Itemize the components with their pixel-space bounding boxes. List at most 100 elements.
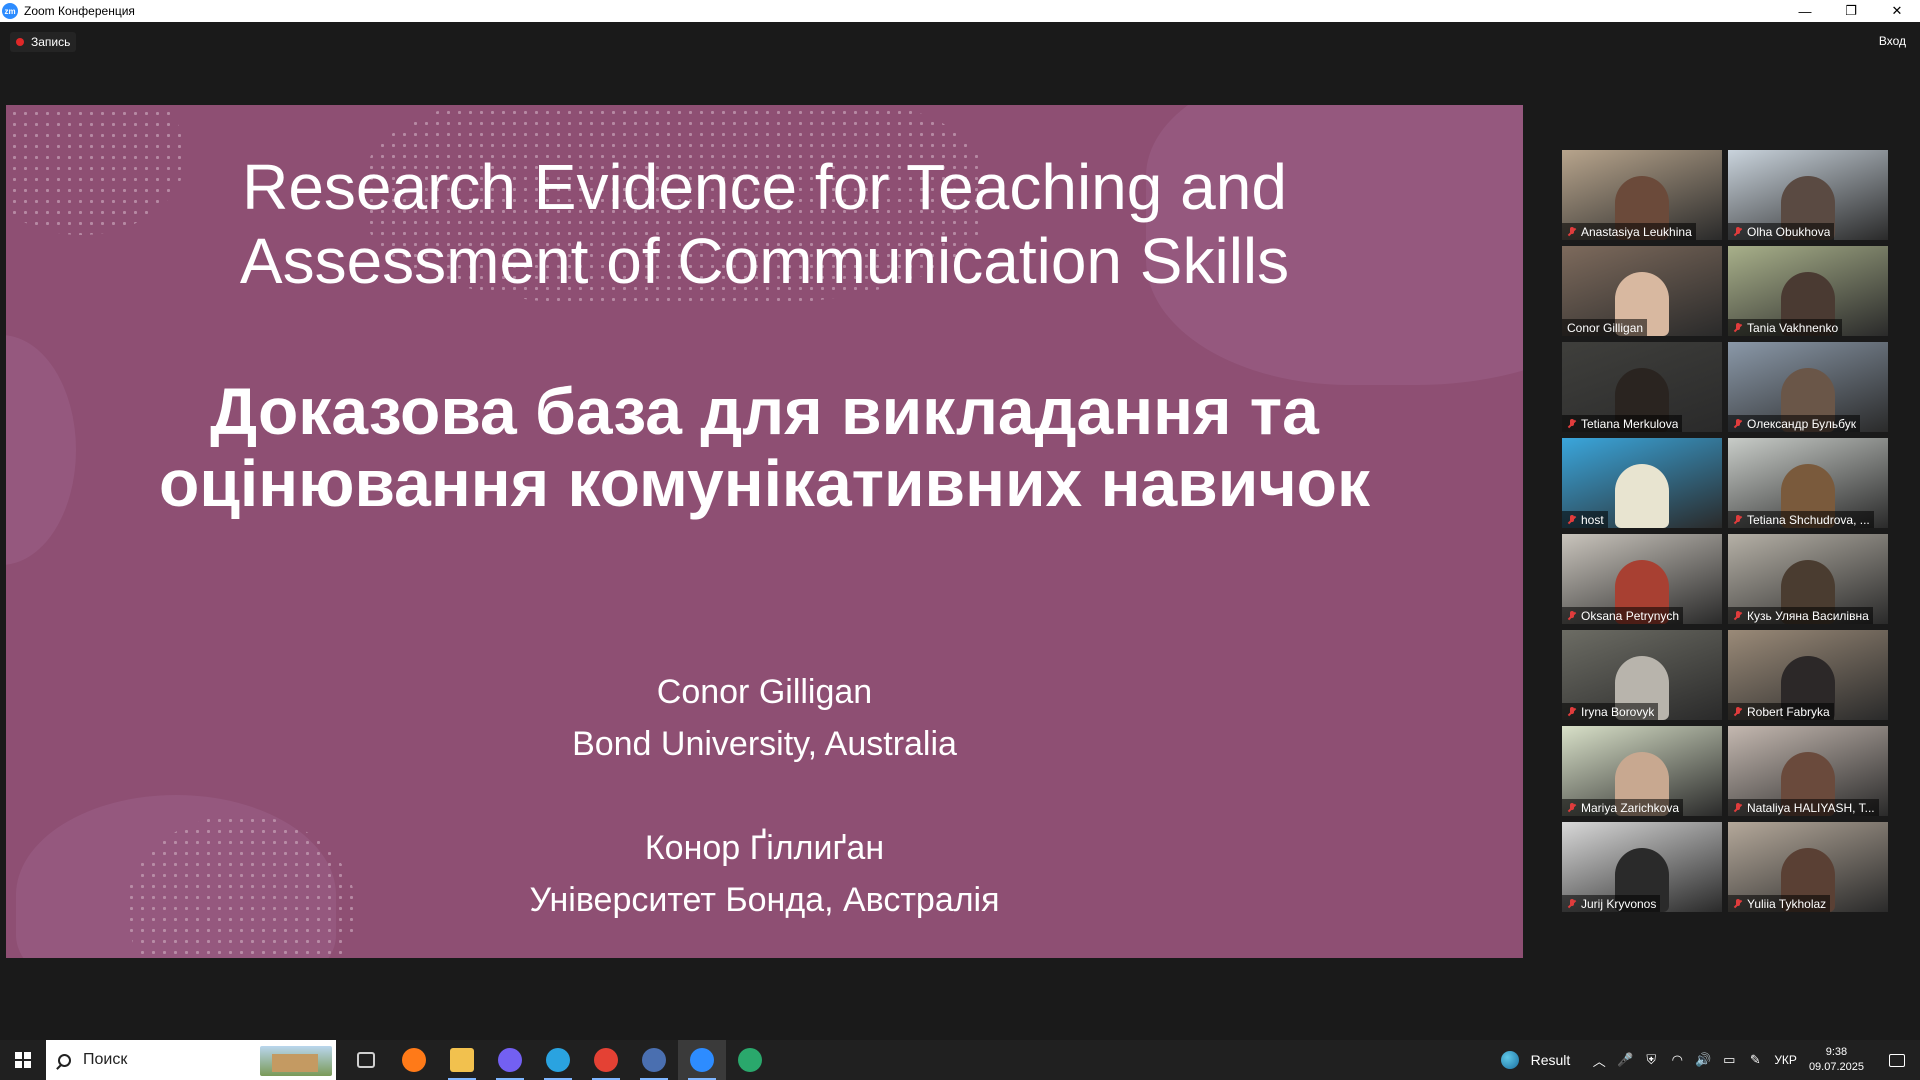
file-explorer-icon: [450, 1048, 474, 1072]
participant-namebar: Robert Fabryka: [1728, 703, 1834, 720]
participant-name: Tania Vakhnenko: [1747, 320, 1839, 335]
volume-icon[interactable]: 🔊: [1690, 1052, 1716, 1068]
author-name: Конор Ґіллиґан: [644, 829, 885, 867]
participant-tile[interactable]: Jurij Kryvonos: [1562, 822, 1722, 912]
muted-mic-icon: [1566, 610, 1578, 622]
show-hidden-icons-chevron-icon[interactable]: ︿: [1586, 1051, 1612, 1070]
slide-title-english: Research Evidence for Teaching and Asses…: [6, 150, 1523, 298]
battery-icon[interactable]: ▭: [1716, 1052, 1742, 1068]
participant-namebar: Anastasiya Leukhina: [1562, 223, 1696, 240]
wifi-icon[interactable]: ◠: [1664, 1052, 1690, 1068]
input-language[interactable]: УКР: [1774, 1053, 1797, 1067]
recording-indicator[interactable]: Запись: [10, 32, 77, 52]
participant-tile[interactable]: Oksana Petrynych: [1562, 534, 1722, 624]
participant-namebar: Tania Vakhnenko: [1728, 319, 1843, 336]
slide-title-ukrainian-line: Доказова база для викладання та: [210, 374, 1319, 448]
participant-tile[interactable]: Tetiana Shchudrova, ...: [1728, 438, 1888, 528]
window-controls: — ❐ ✕: [1782, 0, 1920, 22]
taskbar-app-button[interactable]: [342, 1040, 390, 1080]
participant-name: Yuliia Tykholaz: [1747, 896, 1827, 911]
muted-mic-icon: [1732, 418, 1744, 430]
slide-title-english-line: Assessment of Communication Skills: [239, 225, 1290, 297]
participant-tile[interactable]: Yuliia Tykholaz: [1728, 822, 1888, 912]
weather-label: Result: [1530, 1052, 1571, 1068]
microphone-icon[interactable]: 🎤: [1612, 1052, 1638, 1068]
author-affiliation: Bond University, Australia: [572, 725, 957, 763]
muted-mic-icon: [1566, 514, 1578, 526]
participant-namebar: Олександр Бульбук: [1728, 415, 1861, 432]
search-input[interactable]: [83, 1051, 233, 1069]
firefox-icon: [402, 1048, 426, 1072]
participant-namebar: host: [1562, 511, 1608, 528]
meeting-area: Запись Вход Research Evidence for Teachi…: [0, 22, 1920, 1040]
participant-name: Tetiana Merkulova: [1581, 416, 1679, 431]
taskbar-app-button[interactable]: [630, 1040, 678, 1080]
signin-link[interactable]: Вход: [1879, 34, 1906, 48]
participant-namebar: Tetiana Shchudrova, ...: [1728, 511, 1874, 528]
taskbar-app-button[interactable]: [582, 1040, 630, 1080]
participant-namebar: Кузь Уляна Василівна: [1728, 607, 1873, 624]
telegram-icon: [546, 1048, 570, 1072]
taskbar-app-button[interactable]: [726, 1040, 774, 1080]
search-highlight-image[interactable]: [260, 1046, 332, 1076]
chrome-icon: [594, 1048, 618, 1072]
taskbar-app-button[interactable]: [678, 1040, 726, 1080]
participant-tile[interactable]: Tetiana Merkulova: [1562, 342, 1722, 432]
slide-title-ukrainian: Доказова база для викладання та оцінюван…: [6, 375, 1523, 519]
clock-date: 09.07.2025: [1808, 1061, 1864, 1073]
system-tray: Result ︿ 🎤 ⛨ ◠ 🔊 ▭ ✎ УКР 9:38 09.07.2025: [1500, 1040, 1920, 1080]
participant-name: Olha Obukhova: [1747, 224, 1831, 239]
recording-dot-icon: [16, 38, 24, 46]
muted-mic-icon: [1732, 514, 1744, 526]
clock-time: 9:38: [1825, 1046, 1848, 1058]
participant-name: Tetiana Shchudrova, ...: [1747, 512, 1870, 527]
participant-name: Mariya Zarichkova: [1581, 800, 1680, 815]
windows-taskbar: Result ︿ 🎤 ⛨ ◠ 🔊 ▭ ✎ УКР 9:38 09.07.2025: [0, 1040, 1920, 1080]
start-button[interactable]: [0, 1040, 46, 1080]
participant-tile[interactable]: Anastasiya Leukhina: [1562, 150, 1722, 240]
notifications-button[interactable]: [1874, 1040, 1920, 1080]
taskbar-app-button[interactable]: [390, 1040, 438, 1080]
restore-button[interactable]: ❐: [1828, 0, 1874, 22]
taskbar-search[interactable]: [46, 1040, 336, 1080]
pen-icon[interactable]: ✎: [1742, 1052, 1768, 1068]
close-button[interactable]: ✕: [1874, 0, 1920, 22]
participant-tile[interactable]: Олександр Бульбук: [1728, 342, 1888, 432]
participant-tile[interactable]: Mariya Zarichkova: [1562, 726, 1722, 816]
zoom-icon: [690, 1048, 714, 1072]
edge-icon: [738, 1048, 762, 1072]
participant-name: Nataliya HALIYASH, T...: [1747, 800, 1875, 815]
participant-name: host: [1581, 512, 1604, 527]
zoom-app-icon: zm: [2, 3, 18, 19]
minimize-button[interactable]: —: [1782, 0, 1828, 22]
weather-icon: [1500, 1051, 1519, 1069]
taskbar-app-button[interactable]: [438, 1040, 486, 1080]
viber-icon: [498, 1048, 522, 1072]
participant-tile[interactable]: Tania Vakhnenko: [1728, 246, 1888, 336]
app-icon: [642, 1048, 666, 1072]
participant-name: Anastasiya Leukhina: [1581, 224, 1692, 239]
participant-tile[interactable]: Robert Fabryka: [1728, 630, 1888, 720]
participant-tile[interactable]: Кузь Уляна Василівна: [1728, 534, 1888, 624]
participant-tile[interactable]: host: [1562, 438, 1722, 528]
participant-name: Jurij Kryvonos: [1581, 896, 1657, 911]
participant-tile[interactable]: Olha Obukhova: [1728, 150, 1888, 240]
participant-tile[interactable]: Conor Gilligan: [1562, 246, 1722, 336]
taskbar-app-button[interactable]: [486, 1040, 534, 1080]
muted-mic-icon: [1732, 802, 1744, 814]
muted-mic-icon: [1732, 898, 1744, 910]
taskbar-apps: [342, 1040, 774, 1080]
muted-mic-icon: [1732, 322, 1744, 334]
participant-namebar: Oksana Petrynych: [1562, 607, 1684, 624]
slide-title-ukrainian-line: оцінювання комунікативних навичок: [159, 446, 1370, 520]
weather-widget[interactable]: Result: [1500, 1051, 1571, 1069]
muted-mic-icon: [1566, 898, 1578, 910]
security-shield-icon[interactable]: ⛨: [1638, 1052, 1664, 1068]
participant-name: Robert Fabryka: [1747, 704, 1830, 719]
participant-tile[interactable]: Iryna Borovyk: [1562, 630, 1722, 720]
taskbar-app-button[interactable]: [534, 1040, 582, 1080]
clock[interactable]: 9:38 09.07.2025: [1809, 1045, 1864, 1075]
participant-namebar: Mariya Zarichkova: [1562, 799, 1684, 816]
participant-tile[interactable]: Nataliya HALIYASH, T...: [1728, 726, 1888, 816]
window-title: Zoom Конференция: [24, 4, 135, 18]
